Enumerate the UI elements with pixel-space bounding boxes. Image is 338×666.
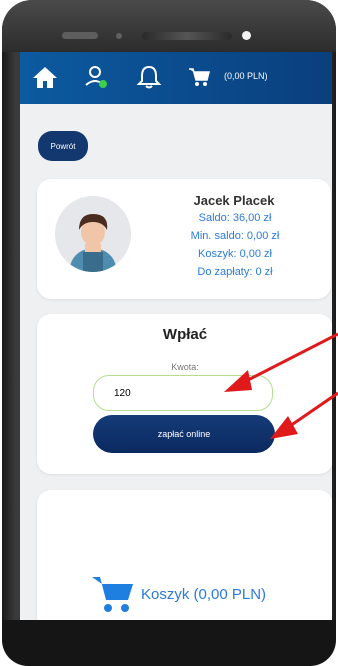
annotation-arrow-amount <box>243 332 338 384</box>
annotation-arrow-pay <box>289 391 338 428</box>
annotation-arrowhead-amount <box>224 370 252 392</box>
annotation-arrowhead-pay <box>270 416 298 439</box>
annotation-arrows <box>224 332 338 439</box>
